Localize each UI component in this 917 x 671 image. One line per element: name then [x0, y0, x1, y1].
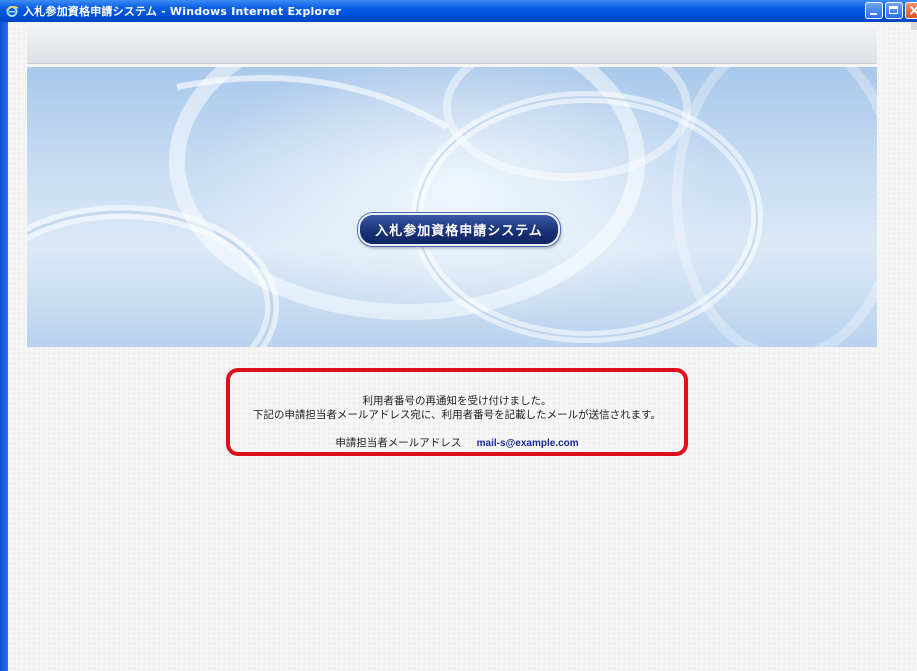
maximize-button[interactable]	[885, 2, 903, 19]
confirmation-message-line2: 下記の申請担当者メールアドレス宛に、利用者番号を記載したメールが送信されます。	[252, 409, 662, 421]
close-button[interactable]	[905, 1, 917, 19]
page-header-strip	[27, 22, 877, 64]
header-banner: 入札参加資格申請システム	[27, 67, 877, 347]
scrollbar[interactable]	[911, 22, 917, 30]
email-address-row: 申請担当者メールアドレス mail-s@example.com	[230, 435, 684, 450]
internet-explorer-icon	[5, 4, 19, 18]
minimize-button[interactable]	[865, 2, 883, 19]
window-frame-left	[0, 22, 8, 671]
confirmation-message-box: 利用者番号の再通知を受け付けました。 下記の申請担当者メールアドレス宛に、利用者…	[226, 368, 688, 456]
system-logo: 入札参加資格申請システム	[358, 213, 560, 246]
window-titlebar[interactable]: 入札参加資格申請システム - Windows Internet Explorer	[0, 0, 917, 22]
window-controls	[865, 1, 917, 19]
email-address-label: 申請担当者メールアドレス	[335, 437, 462, 449]
window-title: 入札参加資格申請システム - Windows Internet Explorer	[23, 5, 342, 18]
confirmation-message-line1: 利用者番号の再通知を受け付けました。	[362, 395, 552, 407]
banner-decoration	[27, 67, 877, 347]
email-address-value: mail-s@example.com	[476, 438, 579, 449]
